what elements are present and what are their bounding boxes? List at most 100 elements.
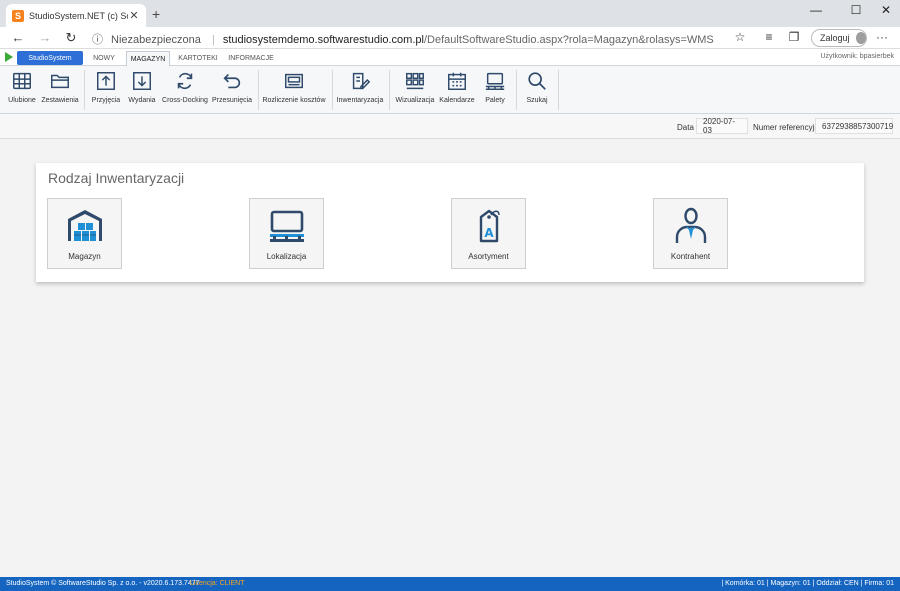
security-label: Niezabezpieczona — [111, 34, 201, 46]
tile-magazyn[interactable]: Magazyn — [47, 198, 122, 269]
ribbon-label: Przyjęcia — [91, 97, 121, 104]
tile-lokalizacja[interactable]: Lokalizacja — [249, 198, 324, 269]
tile-label: Magazyn — [68, 252, 101, 261]
folder-icon — [51, 74, 69, 89]
ribbon-label: Wizualizacja — [395, 97, 435, 104]
play-icon[interactable] — [5, 52, 13, 62]
more-options-icon[interactable]: ··· — [874, 30, 890, 44]
avatar-icon — [855, 32, 866, 44]
contractor-person-icon — [675, 207, 706, 243]
browser-titlebar: S StudioSystem.NET (c) SoftwareSt ✕ + — … — [0, 0, 900, 27]
studiosystem-favicon-icon: S — [12, 9, 24, 22]
rozliczenie-kosztow-button[interactable]: Rozliczenie kosztów — [262, 70, 326, 110]
calendar-icon — [448, 72, 466, 90]
favorites-grid-icon — [13, 72, 31, 90]
warehouse-icon — [67, 210, 102, 241]
collections-icon[interactable]: ❐ — [786, 30, 802, 44]
reload-icon[interactable]: ↻ — [63, 30, 79, 46]
ribbon-label: Rozliczenie kosztów — [262, 97, 326, 104]
reference-number-label: Numer referencyjny — [753, 123, 823, 132]
ribbon-separator — [84, 70, 85, 110]
app-menubar: StudioSystem NOWY MAGAZYN KARTOTEKI INFO… — [0, 49, 900, 66]
ribbon-label: Palety — [485, 97, 505, 104]
wydania-button[interactable]: Wydania — [126, 70, 158, 110]
new-tab-button[interactable]: + — [152, 6, 160, 22]
tab-title: StudioSystem.NET (c) SoftwareSt — [29, 10, 128, 21]
inventory-edit-icon — [352, 72, 371, 90]
szukaj-button[interactable]: Szukaj — [522, 70, 552, 110]
tab-close-icon[interactable]: ✕ — [128, 9, 140, 22]
product-tag-icon: A — [479, 209, 500, 243]
przesuniecia-button[interactable]: Przesunięcia — [212, 70, 252, 110]
undo-arrow-icon — [223, 73, 241, 89]
ribbon-label: Przesunięcia — [211, 97, 253, 104]
ulubione-button[interactable]: Ulubione — [6, 70, 38, 110]
tile-label: Lokalizacja — [266, 252, 307, 261]
copyright-text: StudioSystem © SoftwareStudio Sp. z o.o.… — [6, 580, 200, 587]
maximize-icon[interactable]: ☐ — [846, 3, 866, 17]
status-bar: StudioSystem © SoftwareStudio Sp. z o.o.… — [0, 577, 900, 591]
context-info: | Komórka: 01 | Magazyn: 01 | Oddział: C… — [721, 580, 894, 587]
ribbon-label: Cross-Docking — [162, 97, 208, 104]
forward-icon[interactable]: → — [37, 30, 53, 45]
palety-button[interactable]: Palety — [480, 70, 510, 110]
tile-label: Kontrahent — [670, 252, 711, 261]
ribbon-label: Inwentaryzacja — [336, 97, 384, 104]
login-label: Zaloguj — [820, 33, 850, 43]
ribbon-label: Zestawienia — [41, 97, 79, 104]
license-text: Licencja: CLIENT — [190, 580, 245, 587]
brand-button[interactable]: StudioSystem — [17, 51, 83, 65]
user-label: Użytkownik: bpasierbek — [820, 53, 894, 60]
svg-text:A: A — [484, 226, 494, 240]
zestawienia-button[interactable]: Zestawienia — [41, 70, 79, 110]
visualization-icon — [406, 72, 424, 90]
date-field: 2020-07-03 — [696, 117, 748, 135]
url-field[interactable]: ⓘ Niezabezpieczona | studiosystemdemo.soft… — [92, 31, 714, 47]
ribbon-separator — [558, 70, 559, 110]
cost-settlement-icon — [285, 73, 303, 89]
info-circle-icon[interactable]: ⓘ — [92, 34, 103, 46]
inwentaryzacja-button[interactable]: Inwentaryzacja — [337, 70, 383, 110]
tile-label: Asortyment — [468, 252, 509, 261]
search-icon — [528, 72, 546, 90]
cross-docking-button[interactable]: Cross-Docking — [162, 70, 208, 110]
tile-kontrahent[interactable]: Kontrahent — [653, 198, 728, 269]
inventory-type-panel: Rodzaj Inwentaryzacji Magazyn Lokalizacj… — [36, 163, 864, 282]
tab-magazyn[interactable]: MAGAZYN — [126, 51, 170, 66]
back-icon[interactable]: ← — [10, 30, 26, 45]
minimize-icon[interactable]: — — [806, 3, 826, 17]
address-bar: ← → ↻ ⓘ Niezabezpieczona | studiosystemdem… — [0, 27, 900, 49]
location-rack-icon — [269, 210, 304, 242]
ribbon-toolbar: Ulubione Zestawienia Przyjęcia Wydania C… — [0, 66, 900, 114]
ribbon-label: Kalendarze — [439, 97, 475, 104]
tab-nowy[interactable]: NOWY — [86, 51, 122, 66]
panel-title: Rodzaj Inwentaryzacji — [48, 170, 185, 186]
ribbon-label: Szukaj — [526, 97, 548, 104]
ribbon-separator — [516, 70, 517, 110]
przyjecia-button[interactable]: Przyjęcia — [90, 70, 122, 110]
ribbon-label: Wydania — [128, 97, 156, 104]
wizualizacja-button[interactable]: Wizualizacja — [395, 70, 435, 110]
browser-tab[interactable]: S StudioSystem.NET (c) SoftwareSt ✕ — [6, 4, 146, 27]
favorites-list-icon[interactable]: ≡ — [761, 30, 777, 44]
ribbon-separator — [258, 70, 259, 110]
ribbon-label: Ulubione — [8, 97, 36, 104]
date-label: Data — [677, 123, 694, 132]
tab-informacje[interactable]: INFORMACJE — [226, 51, 276, 66]
receipt-arrow-up-icon — [97, 72, 115, 90]
tile-asortyment[interactable]: A Asortyment — [451, 198, 526, 269]
ribbon-separator — [389, 70, 390, 110]
info-row: Data 2020-07-03 Numer referencyjny 63729… — [0, 114, 900, 139]
login-button[interactable]: Zaloguj — [811, 29, 867, 47]
url-domain: studiosystemdemo.softwarestudio.com.pl — [222, 34, 424, 46]
window-close-icon[interactable]: ✕ — [876, 3, 896, 17]
kalendarze-button[interactable]: Kalendarze — [438, 70, 476, 110]
pallet-icon — [485, 72, 505, 90]
tab-kartoteki[interactable]: KARTOTEKI — [176, 51, 220, 66]
issue-arrow-down-icon — [133, 72, 151, 90]
favorite-star-icon[interactable]: ☆ — [732, 30, 748, 44]
refresh-cycle-icon — [177, 72, 193, 90]
url-path: /DefaultSoftwareStudio.aspx?rola=Magazyn… — [423, 34, 714, 46]
reference-number-field: 6372938857300719 — [815, 118, 893, 134]
ribbon-separator — [332, 70, 333, 110]
